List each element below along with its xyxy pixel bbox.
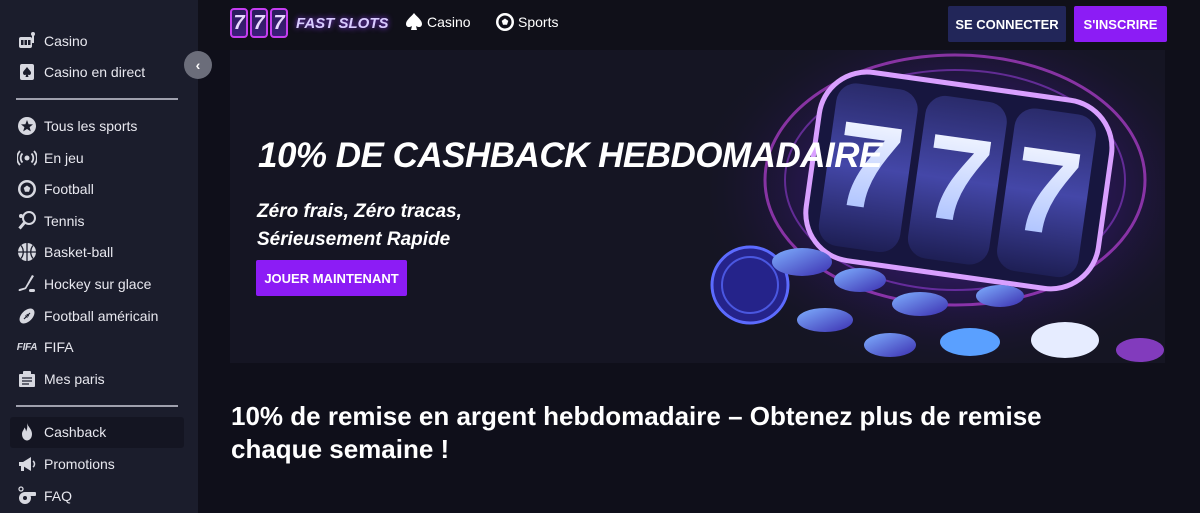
nav-casino[interactable]: Casino <box>404 12 471 32</box>
sidebar-item-football[interactable]: Football <box>0 173 198 205</box>
nav-sports-label: Sports <box>518 14 559 30</box>
sidebar-item-label: Cashback <box>44 424 107 441</box>
soccer-ball-icon <box>16 178 38 200</box>
nav-sports[interactable]: Sports <box>495 12 558 32</box>
play-now-button[interactable]: JOUER MAINTENANT <box>256 260 407 296</box>
sidebar-item-live-casino[interactable]: Casino en direct <box>0 57 198 89</box>
slot-machine-illustration: 7 7 7 <box>710 50 1165 363</box>
logo-777-mark: 7 7 7 <box>230 8 288 38</box>
casino-icon <box>16 30 38 52</box>
chevron-left-icon: ‹ <box>195 57 201 73</box>
sidebar-item-label: FAQ <box>44 487 73 504</box>
live-signal-icon <box>16 147 38 169</box>
basketball-icon <box>16 241 38 263</box>
fast-slots-logo[interactable]: 7 7 7 FAST SLOTS <box>230 8 389 38</box>
nav-casino-label: Casino <box>427 14 471 30</box>
sidebar-item-cashback[interactable]: Cashback <box>10 416 184 449</box>
soccer-ball-icon <box>496 13 514 31</box>
sidebar-item-promotions[interactable]: Promotions <box>0 448 198 480</box>
hero-subtitle-line1: Zéro frais, Zéro tracas, <box>257 201 462 222</box>
sidebar-item-label: Tous les sports <box>44 117 138 134</box>
sidebar-collapse-button[interactable]: ‹ <box>184 51 212 79</box>
sidebar-item-label: Football <box>44 181 94 198</box>
fifa-badge: FIFA <box>16 341 38 353</box>
hockey-stick-icon <box>16 273 38 295</box>
login-button[interactable]: SE CONNECTER <box>948 6 1066 42</box>
sidebar-item-label: Tennis <box>44 212 85 229</box>
hero-subtitle: Zéro frais, Zéro tracas, Sérieusement Ra… <box>257 198 462 254</box>
my-bets-icon <box>16 368 38 390</box>
sidebar-item-live[interactable]: En jeu <box>0 142 198 174</box>
sidebar-item-label: Casino <box>44 32 88 49</box>
hero-title: 10% DE CASHBACK HEBDOMADAIRE <box>258 136 882 175</box>
star-icon <box>16 115 38 137</box>
live-casino-icon <box>16 61 38 83</box>
sidebar-item-label: Hockey sur glace <box>44 275 152 292</box>
sidebar-divider <box>16 98 178 101</box>
logo-text: FAST SLOTS <box>296 14 389 32</box>
sidebar-item-ice-hockey[interactable]: Hockey sur glace <box>0 268 198 300</box>
american-football-icon <box>16 305 38 327</box>
sidebar-item-faq[interactable]: FAQ <box>0 480 198 512</box>
logo-digit: 7 <box>270 8 288 38</box>
sidebar-item-american-football[interactable]: Football américain <box>0 300 198 332</box>
signup-button[interactable]: S'INSCRIRE <box>1074 6 1167 42</box>
sidebar-item-my-bets[interactable]: Mes paris <box>0 363 198 395</box>
flame-icon <box>16 421 38 443</box>
sidebar-item-label: En jeu <box>44 149 84 166</box>
sidebar: Casino Casino en direct Tous les sports … <box>0 0 198 513</box>
whistle-icon <box>16 485 38 507</box>
fifa-icon: FIFA <box>16 336 38 358</box>
sidebar-item-basketball[interactable]: Basket-ball <box>0 237 198 269</box>
sidebar-item-tennis[interactable]: Tennis <box>0 205 198 237</box>
hero-banner[interactable]: 7 7 7 10% DE CASHBACK HEBDOMADAIRE Zéro … <box>230 50 1165 363</box>
hero-subtitle-line2: Sérieusement Rapide <box>257 229 451 250</box>
sidebar-divider <box>16 404 178 407</box>
top-header: 7 7 7 FAST SLOTS Casino Sports SE CONNEC… <box>198 0 1200 50</box>
spade-icon <box>406 13 422 30</box>
sidebar-item-fifa[interactable]: FIFA FIFA <box>0 331 198 363</box>
logo-digit: 7 <box>250 8 268 38</box>
tennis-racket-icon <box>16 210 38 232</box>
megaphone-icon <box>16 453 38 475</box>
sidebar-item-label: Basket-ball <box>44 244 114 261</box>
sidebar-item-label: Casino en direct <box>44 64 146 81</box>
logo-digit: 7 <box>230 8 248 38</box>
sidebar-item-label: Promotions <box>44 455 115 472</box>
sidebar-item-casino[interactable]: Casino <box>0 25 198 57</box>
sidebar-item-label: FIFA <box>44 339 74 356</box>
sidebar-item-all-sports[interactable]: Tous les sports <box>0 110 198 142</box>
article-title: 10% de remise en argent hebdomadaire – O… <box>231 401 1042 464</box>
sidebar-item-label: Football américain <box>44 307 159 324</box>
sidebar-item-label: Mes paris <box>44 370 105 387</box>
